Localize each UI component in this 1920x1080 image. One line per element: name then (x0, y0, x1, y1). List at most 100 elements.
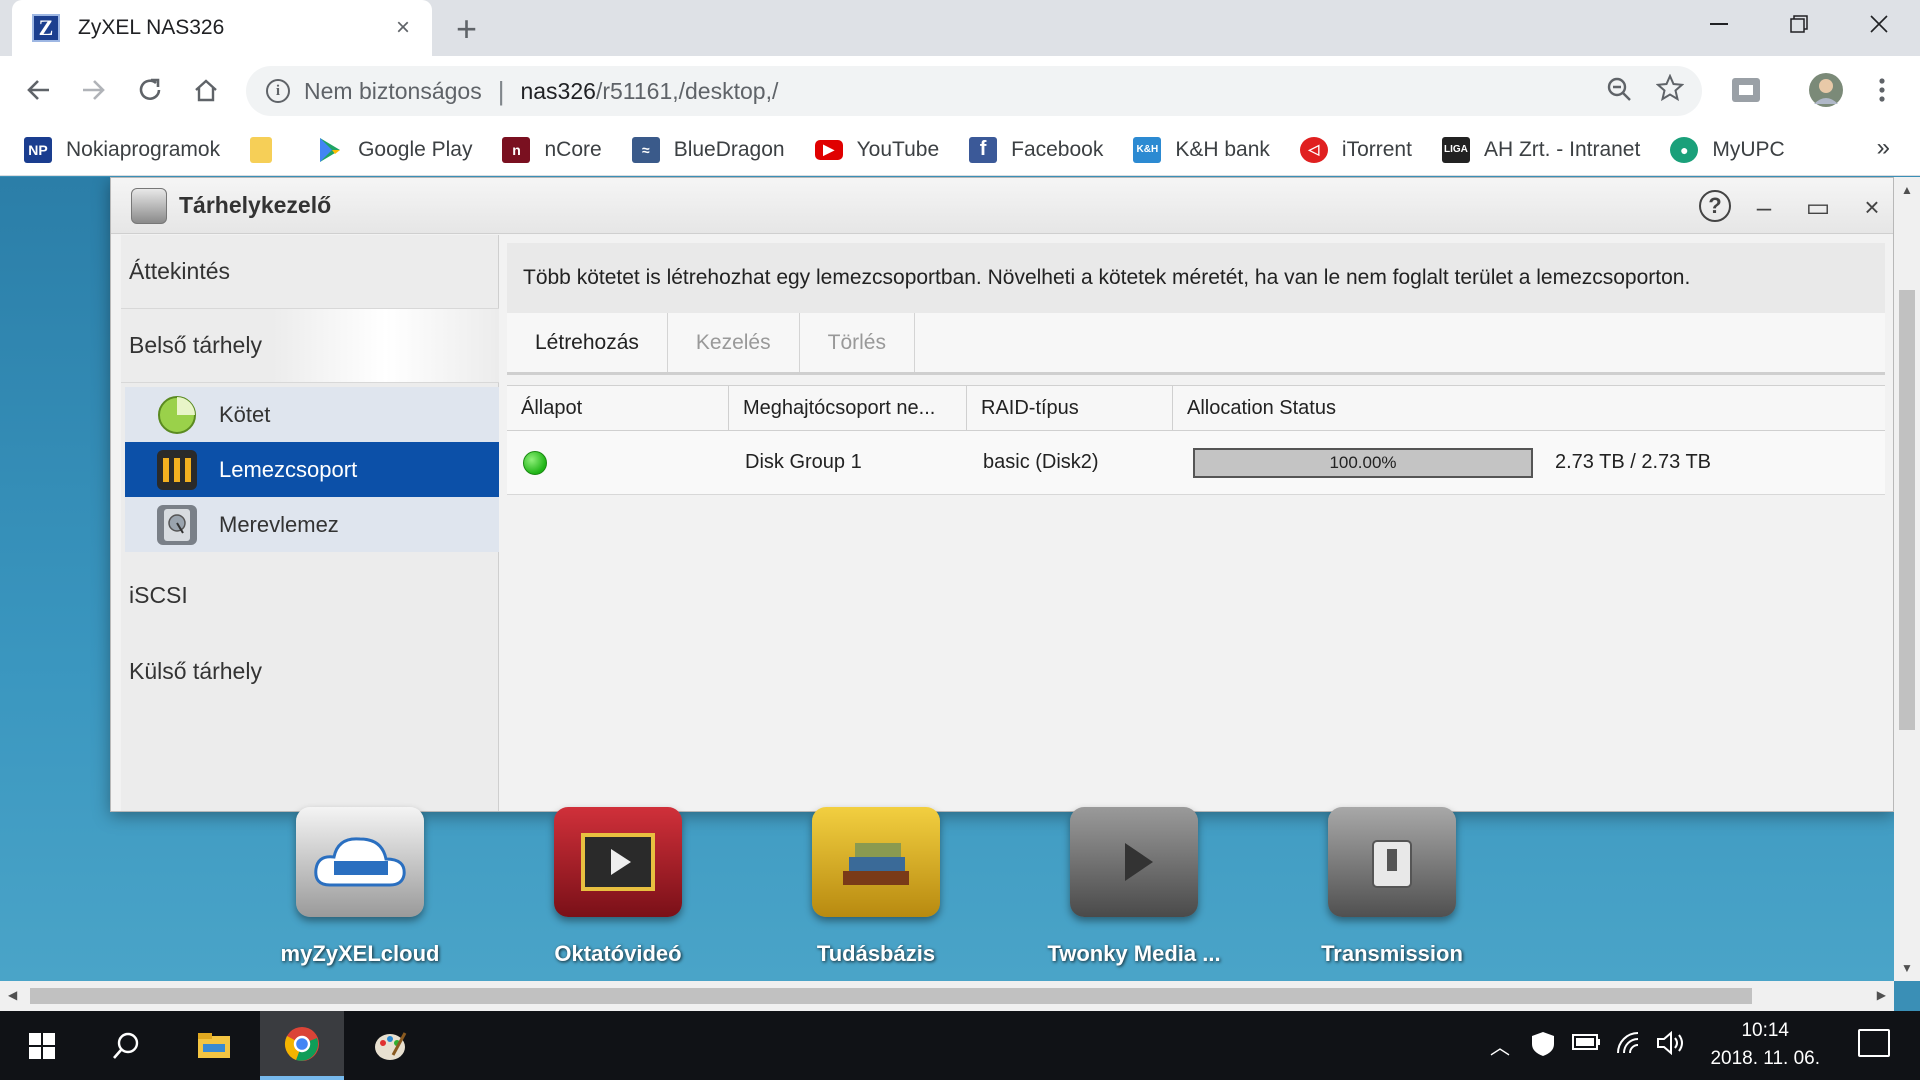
url-host: nas326 (520, 77, 596, 104)
wifi-icon[interactable] (1616, 1031, 1644, 1062)
browser-tab[interactable]: Z ZyXEL NAS326 × (12, 0, 432, 56)
column-header-status[interactable]: Állapot (507, 386, 729, 430)
search-icon[interactable] (84, 1011, 168, 1080)
group-name-cell: Disk Group 1 (745, 451, 862, 473)
defender-shield-icon[interactable] (1530, 1031, 1556, 1064)
profile-avatar[interactable] (1806, 70, 1846, 110)
close-icon[interactable]: × (1855, 190, 1889, 224)
site-info-icon[interactable]: i (266, 79, 290, 103)
vertical-scroll-thumb[interactable] (1899, 290, 1915, 730)
sidebar-item-internal-storage[interactable]: Belső tárhely (121, 309, 499, 383)
extension-icon[interactable] (1726, 70, 1766, 110)
forward-arrow-icon[interactable] (74, 70, 114, 110)
maximize-icon[interactable]: ▭ (1801, 190, 1835, 224)
liga-icon: LIGA (1441, 136, 1470, 163)
bookmark-facebook[interactable]: f Facebook (969, 136, 1104, 163)
bookmark-myupc[interactable]: ● MyUPC (1670, 136, 1785, 163)
system-clock[interactable]: 10:14 2018. 11. 06. (1710, 1017, 1820, 1073)
horizontal-scroll-thumb[interactable] (30, 988, 1752, 1004)
kh-bank-icon: K&H (1133, 136, 1162, 163)
bookmarks-overflow-icon[interactable]: » (1877, 134, 1890, 162)
reload-icon[interactable] (130, 70, 170, 110)
sidebar-item-label: Külső tárhely (129, 657, 262, 684)
storage-manager-icon (131, 188, 167, 224)
app-myzyxelcloud[interactable]: myZyXELcloud (250, 807, 470, 967)
sidebar-item-external-storage[interactable]: Külső tárhely (121, 633, 499, 709)
file-explorer-icon[interactable] (172, 1011, 256, 1080)
app-label: Tudásbázis (816, 941, 936, 966)
nokiaprogramok-icon: NP (24, 136, 52, 163)
help-icon[interactable]: ? (1699, 190, 1731, 222)
column-header-allocation-status[interactable]: Allocation Status (1173, 386, 1885, 430)
sidebar-item-iscsi[interactable]: iSCSI (121, 557, 499, 633)
zyxel-favicon-icon: Z (32, 14, 60, 42)
minimize-icon[interactable]: – (1747, 190, 1781, 224)
bookmark-star-icon[interactable] (1655, 73, 1685, 109)
sidebar-item-hard-disk[interactable]: Merevlemez (125, 497, 499, 552)
app-twonky-media[interactable]: Twonky Media ... (1024, 807, 1244, 967)
scroll-up-icon[interactable]: ▲ (1901, 183, 1913, 197)
scroll-right-icon[interactable]: ▶ (1877, 988, 1886, 1002)
bookmark-ah-intranet[interactable]: LIGA AH Zrt. - Intranet (1441, 136, 1640, 163)
bookmark-label: nCore (544, 137, 602, 161)
bookmark-nokiaprogramok[interactable]: NP Nokiaprogramok (24, 136, 220, 163)
battery-icon[interactable] (1572, 1031, 1602, 1060)
sidebar-item-disk-group[interactable]: Lemezcsoport (125, 442, 499, 497)
window-minimize-icon[interactable] (1680, 0, 1758, 48)
tray-expand-icon[interactable]: ︿ (1490, 1031, 1510, 1060)
volume-icon[interactable] (1656, 1030, 1686, 1062)
app-label: Twonky Media ... (1047, 941, 1221, 966)
scroll-left-icon[interactable]: ◀ (8, 988, 17, 1002)
zyxel-cloud-icon (296, 807, 424, 917)
window-restore-icon[interactable] (1760, 0, 1838, 48)
sidebar-item-label: Kötet (219, 401, 271, 427)
clock-date: 2018. 11. 06. (1710, 1048, 1820, 1069)
tab-close-icon[interactable]: × (396, 14, 410, 42)
zoom-icon[interactable] (1606, 76, 1632, 109)
taskbar: ︿ 10:14 2018. 11. 06. (0, 1011, 1920, 1080)
itorrent-icon: ◁ (1299, 136, 1328, 163)
raid-type-cell: basic (Disk2) (983, 451, 1099, 473)
window-titlebar[interactable]: Tárhelykezelő ? – ▭ × (111, 178, 1893, 234)
address-bar[interactable]: i Nem biztonságos | nas326/r51161,/deskt… (246, 66, 1702, 116)
bookmark-kh-bank[interactable]: K&H K&H bank (1133, 136, 1270, 163)
bookmark-label: K&H bank (1175, 137, 1270, 161)
sidebar-item-label: Merevlemez (219, 511, 339, 537)
sidebar-item-volume[interactable]: Kötet (125, 387, 499, 442)
horizontal-scrollbar[interactable]: ◀ ▶ (0, 981, 1894, 1011)
status-ok-icon (523, 450, 547, 475)
tab-create[interactable]: Létrehozás (507, 313, 668, 372)
tab-manage[interactable]: Kezelés (668, 313, 800, 372)
column-header-group-name[interactable]: Meghajtócsoport ne... (729, 386, 967, 430)
bookmark-itorrent[interactable]: ◁ iTorrent (1299, 136, 1412, 163)
window-close-icon[interactable] (1840, 0, 1918, 48)
home-icon[interactable] (186, 70, 226, 110)
panel-description: Több kötetet is létrehozhat egy lemezcso… (507, 243, 1885, 313)
sidebar-item-label: Belső tárhely (129, 332, 262, 358)
app-transmission[interactable]: Transmission (1282, 807, 1502, 967)
paint-app-icon[interactable] (348, 1011, 432, 1080)
bookmark-youtube[interactable]: ▶ YouTube (814, 138, 939, 162)
app-tutorial-video[interactable]: Oktatóvideó (508, 807, 728, 967)
chrome-menu-icon[interactable] (1862, 70, 1902, 110)
windows-start-icon[interactable] (0, 1011, 84, 1080)
bookmark-google-play[interactable]: Google Play (316, 137, 472, 163)
new-tab-icon[interactable]: + (456, 8, 477, 50)
table-row[interactable]: Disk Group 1 basic (Disk2) 100.00% 2.73 … (507, 431, 1885, 495)
scroll-down-icon[interactable]: ▼ (1901, 961, 1913, 975)
bookmark-bluedragon[interactable]: ≈ BlueDragon (631, 136, 785, 163)
back-arrow-icon[interactable] (18, 70, 58, 110)
tab-delete[interactable]: Törlés (800, 313, 915, 372)
notification-center-icon[interactable] (1858, 1029, 1890, 1057)
browser-toolbar: i Nem biztonságos | nas326/r51161,/deskt… (0, 56, 1920, 124)
bookmark-folder[interactable] (250, 136, 286, 163)
column-header-raid-type[interactable]: RAID-típus (967, 386, 1173, 430)
clock-time: 10:14 (1741, 1020, 1789, 1041)
app-knowledge-base[interactable]: Tudásbázis (766, 807, 986, 967)
chrome-taskbar-icon[interactable] (260, 1011, 344, 1080)
hard-disk-icon (157, 504, 197, 545)
sidebar-item-overview[interactable]: Áttekintés (121, 235, 499, 309)
bookmark-ncore[interactable]: n nCore (502, 136, 602, 163)
bookmark-label: Facebook (1011, 137, 1104, 161)
vertical-scrollbar[interactable]: ▲ ▼ (1894, 177, 1920, 981)
